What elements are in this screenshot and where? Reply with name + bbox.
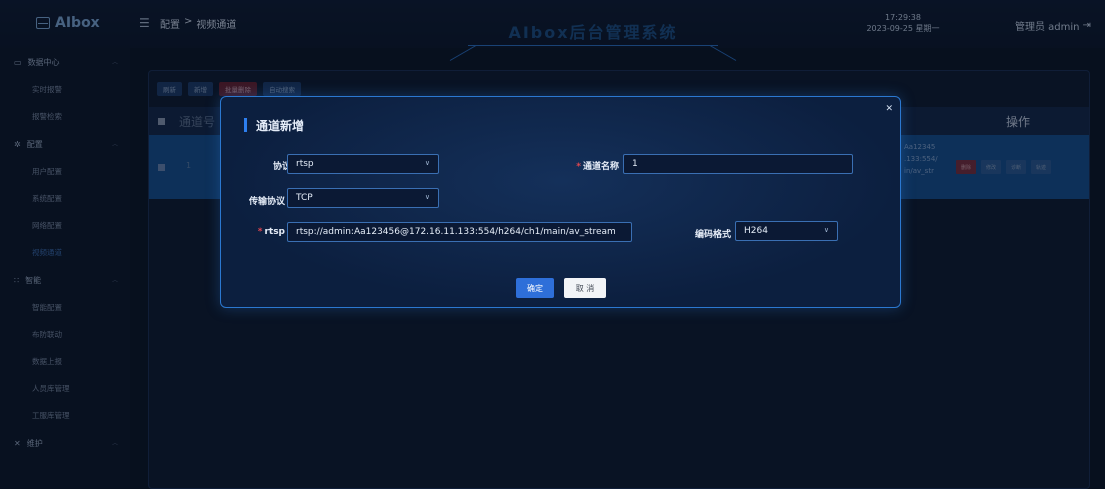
channel-name-label: * 通道名称 bbox=[551, 159, 619, 172]
confirm-button[interactable]: 确定 bbox=[516, 278, 554, 298]
required-marker: * bbox=[257, 227, 263, 237]
channel-name-value: 1 bbox=[632, 159, 638, 169]
codec-label-text: 编码格式 bbox=[694, 230, 731, 240]
chevron-down-icon: ∨ bbox=[424, 193, 430, 201]
add-channel-dialog: ✕ 通道新增 协议 rtsp ∨ * 通道名称 1 传输协议 TCP ∨ * rts… bbox=[220, 96, 901, 308]
required-marker: * bbox=[576, 162, 581, 172]
rtsp-url-value: rtsp://admin:Aa123456@172.16.11.133:554/… bbox=[296, 227, 616, 237]
channel-name-input[interactable]: 1 bbox=[623, 154, 853, 174]
transport-value: TCP bbox=[296, 193, 313, 203]
codec-value: H264 bbox=[744, 226, 768, 236]
close-icon[interactable]: ✕ bbox=[885, 104, 893, 114]
protocol-label: 协议 bbox=[245, 159, 291, 172]
transport-label-text: 传输协议 bbox=[248, 197, 285, 207]
cancel-button[interactable]: 取 消 bbox=[564, 278, 606, 298]
channel-name-label-text: 通道名称 bbox=[582, 162, 619, 172]
chevron-down-icon: ∨ bbox=[424, 159, 430, 167]
dialog-title: 通道新增 bbox=[256, 119, 305, 133]
rtsp-label-text: rtsp bbox=[264, 227, 285, 237]
title-accent-bar bbox=[244, 118, 247, 132]
protocol-select[interactable]: rtsp ∨ bbox=[287, 154, 439, 174]
codec-label: 编码格式 bbox=[675, 227, 731, 240]
chevron-down-icon: ∨ bbox=[823, 226, 829, 234]
rtsp-url-input[interactable]: rtsp://admin:Aa123456@172.16.11.133:554/… bbox=[287, 222, 632, 242]
transport-label: 传输协议 bbox=[231, 194, 285, 207]
protocol-value: rtsp bbox=[296, 159, 314, 169]
transport-select[interactable]: TCP ∨ bbox=[287, 188, 439, 208]
codec-select[interactable]: H264 ∨ bbox=[735, 221, 838, 241]
rtsp-label: * rtsp bbox=[239, 227, 285, 237]
